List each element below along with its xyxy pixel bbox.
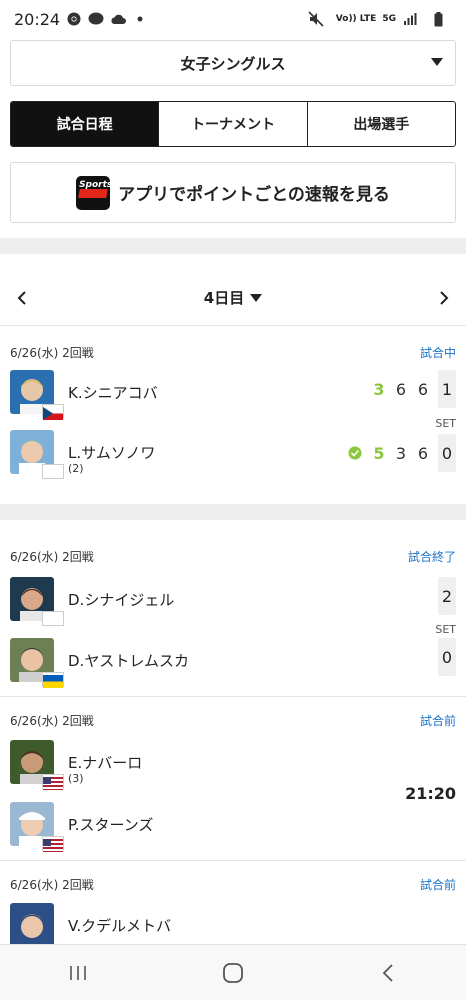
status-time: 20:24 [14,9,61,29]
category-dropdown-label: 女子シングルス [180,54,286,73]
player-name: K.シニアコバ [68,384,158,402]
player-row: D.シナイジェル 2 [10,577,456,629]
flag-ukraine-icon [42,672,64,688]
match-status: 試合中 [419,346,456,360]
day-label: 4日目 [203,289,245,307]
player-name: D.シナイジェル [68,591,175,609]
player-name: P.スターンズ [68,816,154,834]
network-5g: 5G [382,13,396,24]
match-status: 試合終了 [407,550,456,564]
set-label: SET [435,417,456,430]
back-button[interactable] [358,953,418,993]
day-navigation: 4日目 [0,270,466,326]
player-name: D.ヤストレムスカ [68,652,190,670]
player-seed: (2) [68,462,84,475]
section-divider [0,238,466,254]
player-scores: 0 [434,638,456,676]
player-row: D.ヤストレムスカ 0 [10,638,456,690]
line-icon [88,11,104,27]
match-start-time: 21:20 [405,784,456,803]
flag-icon [42,611,64,626]
flag-icon [42,464,64,479]
back-icon [383,963,393,982]
divider [0,860,466,861]
day-selector[interactable]: 4日目 [203,287,263,308]
section-divider [0,504,466,520]
player-seed: (3) [68,772,84,785]
status-right: Vo)) LTE 5G [308,11,452,27]
chevron-down-icon [431,58,443,66]
flag-usa-icon [42,836,64,852]
player-row: L.サムソノワ (2) 5 3 6 0 [10,430,456,482]
cloud-icon [110,11,127,27]
chevron-left-icon [17,291,26,305]
set-score: 6 [417,443,429,463]
tab-players[interactable]: 出場選手 [306,102,455,146]
sets-won: 0 [438,434,456,472]
player-name: L.サムソノワ [68,444,156,462]
set-score: 3 [395,443,407,463]
match-status: 試合前 [419,714,456,728]
match-date-round: 6/26(水) 2回戦 [10,878,94,892]
sportsnavi-logo-icon: Sports [76,175,111,210]
sets-won: 0 [438,638,456,676]
home-button[interactable] [203,953,263,993]
player-scores: 5 3 6 0 [348,434,456,472]
chevron-right-icon [440,291,449,305]
home-icon [223,962,243,983]
sets-won: 1 [438,370,456,408]
category-dropdown[interactable]: 女子シングルス [10,40,456,86]
recent-apps-button[interactable] [48,953,108,993]
app-promo-banner[interactable]: Sports アプリでポイントごとの速報を見る [10,162,456,223]
player-scores: 2 [434,577,456,615]
mute-icon [308,11,324,27]
player-name: V.クデルメトバ [68,917,172,935]
tab-bar: 試合日程 トーナメント 出場選手 [10,101,456,147]
chevron-down-icon [250,293,263,302]
player-name: E.ナバーロ [68,754,143,772]
signal-icon [402,11,418,27]
tab-schedule[interactable]: 試合日程 [11,102,159,146]
set-label: SET [435,623,456,636]
next-day-button[interactable] [434,288,454,308]
prev-day-button[interactable] [12,288,32,308]
recent-apps-icon [69,965,86,980]
divider [0,696,466,697]
chrome-icon [66,11,82,27]
player-row: P.スターンズ [10,802,456,854]
set-score: 5 [373,443,385,463]
match-status: 試合前 [419,878,456,892]
set-score: 3 [373,379,385,399]
player-avatar [10,903,54,947]
match-date-round: 6/26(水) 2回戦 [10,550,94,564]
network-lte: Vo)) LTE [335,13,377,24]
player-scores: 3 6 6 1 [368,370,456,408]
app-promo-label: アプリでポイントごとの速報を見る [118,185,390,205]
system-navigation-bar [0,944,466,1000]
status-bar: 20:24 Vo)) LTE 5G [0,0,466,38]
flag-usa-icon [42,774,64,790]
set-score: 6 [395,379,407,399]
battery-icon [430,11,446,27]
tab-tournament[interactable]: トーナメント [158,102,306,146]
set-score: 6 [417,379,429,399]
player-row: K.シニアコバ 3 6 6 1 [10,370,456,422]
serve-ball-icon [348,446,362,460]
sets-won: 2 [438,577,456,615]
match-date-round: 6/26(水) 2回戦 [10,714,94,728]
player-row: E.ナバーロ (3) [10,740,456,792]
flag-czech-icon [42,404,64,420]
dot-icon [132,11,148,27]
sportsnavi-logo-text: Sports [79,179,111,190]
match-date-round: 6/26(水) 2回戦 [10,346,94,360]
